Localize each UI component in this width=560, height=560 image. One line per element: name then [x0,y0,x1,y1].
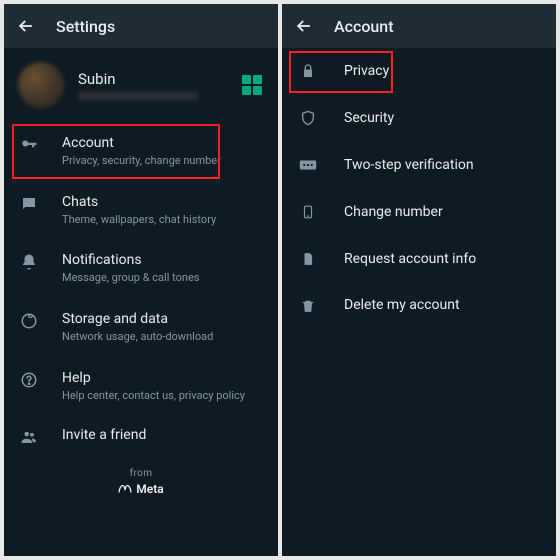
pin-icon [298,158,318,172]
item-title: Storage and data [62,310,262,329]
account-item-change-number[interactable]: Change number [282,189,556,236]
shield-icon [298,109,318,127]
item-title: Request account info [344,250,476,269]
item-title: Privacy [344,62,389,81]
chat-icon [18,193,40,213]
profile-status [78,92,198,100]
item-sub: Network usage, auto-download [62,330,262,345]
trash-icon [298,297,318,315]
key-icon [18,134,40,154]
phone-icon [298,203,318,221]
people-icon [18,426,40,446]
settings-item-storage[interactable]: Storage and data Network usage, auto-dow… [4,298,278,357]
account-item-security[interactable]: Security [282,95,556,142]
storage-icon [18,310,40,330]
item-sub: Theme, wallpapers, chat history [62,213,262,228]
item-title: Help [62,369,262,388]
settings-item-notifications[interactable]: Notifications Message, group & call tone… [4,239,278,298]
lock-icon [298,62,318,80]
item-sub: Help center, contact us, privacy policy [62,389,262,404]
item-title: Notifications [62,251,262,270]
item-title: Change number [344,203,443,222]
qr-icon[interactable] [242,75,262,95]
settings-item-account[interactable]: Account Privacy, security, change number [4,122,278,181]
item-title: Chats [62,193,262,212]
settings-header: Settings [4,4,278,48]
account-item-two-step[interactable]: Two-step verification [282,142,556,189]
item-title: Invite a friend [62,426,262,445]
footer: from Meta [4,468,278,498]
avatar [18,62,64,108]
item-title: Account [62,134,262,153]
item-title: Security [344,109,394,128]
settings-item-help[interactable]: Help Help center, contact us, privacy po… [4,357,278,416]
settings-item-chats[interactable]: Chats Theme, wallpapers, chat history [4,181,278,240]
back-icon[interactable] [294,16,314,36]
help-icon [18,369,40,389]
account-header: Account [282,4,556,48]
footer-brand: Meta [118,482,163,496]
back-icon[interactable] [16,16,36,36]
item-sub: Privacy, security, change number [62,154,262,169]
item-title: Delete my account [344,296,460,315]
document-icon [298,250,318,268]
bell-icon [18,251,40,271]
profile-name: Subin [78,70,228,88]
account-item-delete[interactable]: Delete my account [282,282,556,329]
profile-row[interactable]: Subin [4,48,278,122]
item-sub: Message, group & call tones [62,271,262,286]
account-title: Account [334,17,394,36]
account-item-privacy[interactable]: Privacy [282,48,556,95]
account-item-request-info[interactable]: Request account info [282,236,556,283]
item-title: Two-step verification [344,156,474,175]
settings-title: Settings [56,17,115,36]
footer-from: from [4,468,278,479]
settings-screen: Settings Subin Account Privacy, security… [4,4,278,556]
account-screen: Account Privacy Security Two-step verifi… [282,4,556,556]
settings-item-invite[interactable]: Invite a friend [4,416,278,456]
